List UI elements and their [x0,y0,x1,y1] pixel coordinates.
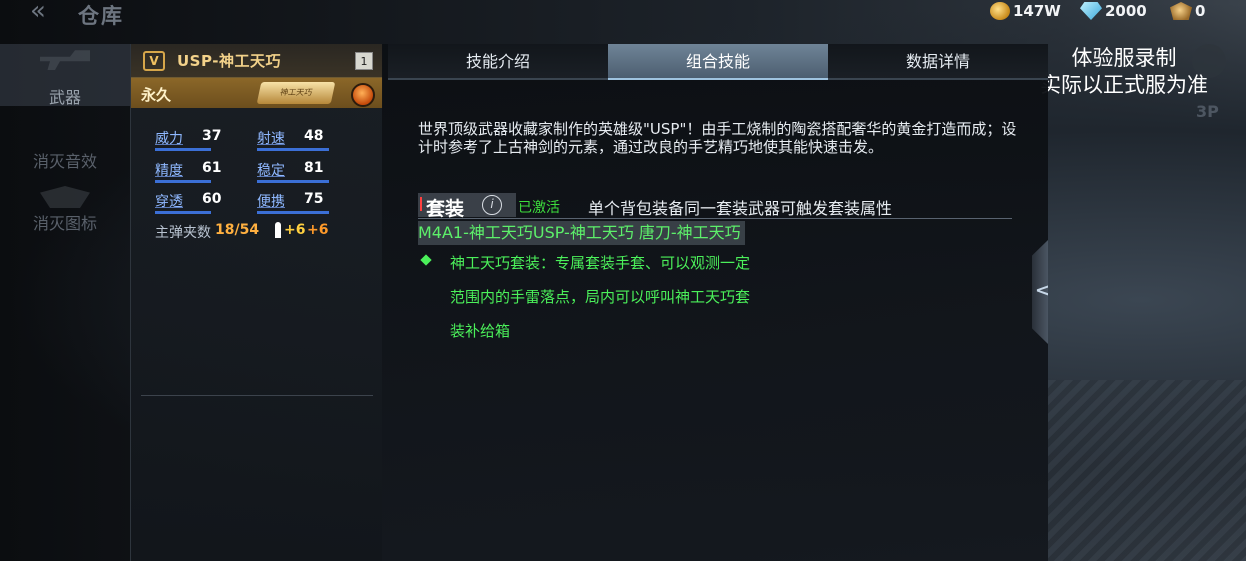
stat-value: 60 [202,191,222,207]
top-bar: « 仓库 147W 2000 0 [0,0,1246,30]
weapon-card[interactable]: V USP-神工天巧 1 永久 神工天巧 威力 37 射速 48 精度 61 稳… [130,44,383,561]
token-icon [1170,2,1192,20]
diamond-icon [1080,2,1102,20]
gold-coin-icon [990,2,1010,20]
test-server-watermark: 体验服录制 实际以正式服为准 [1040,45,1208,99]
stat-bar [155,211,211,214]
magazine-value: 18/54 [215,222,260,238]
weapon-detail-panel: 技能介绍 组合技能 数据详情 世界顶级武器收藏家制作的英雄级"USP"！由手工烧… [382,44,1048,561]
stat-bar [257,211,329,214]
set-members-list: M4A1-神工天巧USP-神工天巧 唐刀-神工天巧 [418,221,745,245]
sidebar-item-label: 消灭图标 [32,214,97,233]
ammo-bonus-primary: +6 [284,222,306,238]
skin-series-logo: 神工天巧 [256,82,336,104]
watermark-line-1: 体验服录制 [1071,46,1177,70]
weapon-name: USP-神工天巧 [177,52,281,70]
set-bonus-line: 神工天巧套装：专属套装手套、可以观测一定 [450,254,751,272]
sidebar-item-label: 武器 [48,88,81,107]
panel-collapse-handle[interactable]: < [1032,240,1048,344]
stat-bar [155,148,211,151]
stat-value: 81 [304,160,324,176]
set-title: 套装 [426,198,465,220]
sidebar-item-label: 消灭音效 [32,152,97,171]
stat-stability: 稳定 81 [257,160,337,183]
stat-portability: 便携 75 [257,191,337,214]
set-bonus-line: 装补给箱 [450,322,511,340]
tab-skill-intro[interactable]: 技能介绍 [388,44,608,80]
set-rule-text: 单个背包装备同一套装武器可触发套装属性 [588,199,893,218]
stat-label: 便携 [257,194,285,210]
magazine-label: 主弹夹数 [155,225,211,241]
detail-tabs: 技能介绍 组合技能 数据详情 [388,44,1048,80]
stat-label: 穿透 [155,194,183,210]
stat-value: 75 [304,191,324,207]
weapon-title-row: V USP-神工天巧 1 [131,44,383,78]
set-title-box: 套装 i [418,193,516,220]
gold-amount: 147W [1013,2,1061,20]
stat-label: 精度 [155,163,183,179]
diamond-bullet-icon [420,254,432,266]
stat-value: 48 [304,128,324,144]
token-amount: 0 [1195,2,1206,20]
set-header-row: 套装 i 已激活 单个背包装备同一套装武器可触发套装属性 [418,193,1012,220]
stat-accuracy: 精度 61 [155,160,235,183]
ammo-bonus-secondary: +6 [307,222,329,238]
set-marker [420,197,422,211]
back-button[interactable]: « [30,0,64,26]
stat-label: 稳定 [257,163,285,179]
category-sidebar: 武器 消灭音效 消灭图标 [0,44,130,284]
stat-value: 37 [202,128,222,144]
token-currency[interactable]: 0 [1170,0,1205,22]
weapon-card-header: V USP-神工天巧 1 永久 神工天巧 [131,44,383,108]
stat-fire-rate: 射速 48 [257,128,337,151]
card-divider [141,395,373,396]
page-title: 仓库 [78,4,124,28]
gold-currency[interactable]: 147W [990,0,1061,22]
rarity-medal-icon [351,83,375,107]
rifle-icon [40,50,90,70]
diamond-currency[interactable]: 2000 [1080,0,1147,22]
tab-data-details[interactable]: 数据详情 [828,44,1048,80]
background-scenery [1048,380,1246,561]
stat-power: 威力 37 [155,128,235,151]
sidebar-item-weapons[interactable]: 武器 [0,44,130,107]
stat-label: 威力 [155,131,183,147]
tab-combo-skill[interactable]: 组合技能 [608,44,828,80]
ammo-icon [275,222,281,238]
weapon-duration: 永久 [141,86,172,104]
diamond-amount: 2000 [1105,2,1147,20]
info-icon[interactable]: i [482,195,502,215]
weapon-description: 世界顶级武器收藏家制作的英雄级"USP"！由手工烧制的陶瓷搭配奢华的黄金打造而成… [418,120,1017,156]
grade-badge-icon: V [143,51,165,71]
stat-bar [257,180,329,183]
stat-label: 射速 [257,131,285,147]
set-status-badge: 已激活 [518,200,560,216]
sidebar-item-kill-sound[interactable]: 消灭音效 [0,132,130,194]
weapon-count-badge: 1 [355,52,373,70]
sidebar-item-kill-icon[interactable]: 消灭图标 [0,186,130,254]
stat-value: 61 [202,160,222,176]
stat-bar [155,180,211,183]
stat-bar [257,148,329,151]
chevron-left-icon: < [1035,280,1051,301]
camera-mode-label[interactable]: 3P [1196,102,1219,121]
double-chevron-left-icon: « [30,0,46,26]
stat-penetration: 穿透 60 [155,191,235,214]
set-bonus-line: 范围内的手雷落点，局内可以呼叫神工天巧套 [450,288,751,306]
watermark-line-2: 实际以正式服为准 [1040,73,1208,97]
